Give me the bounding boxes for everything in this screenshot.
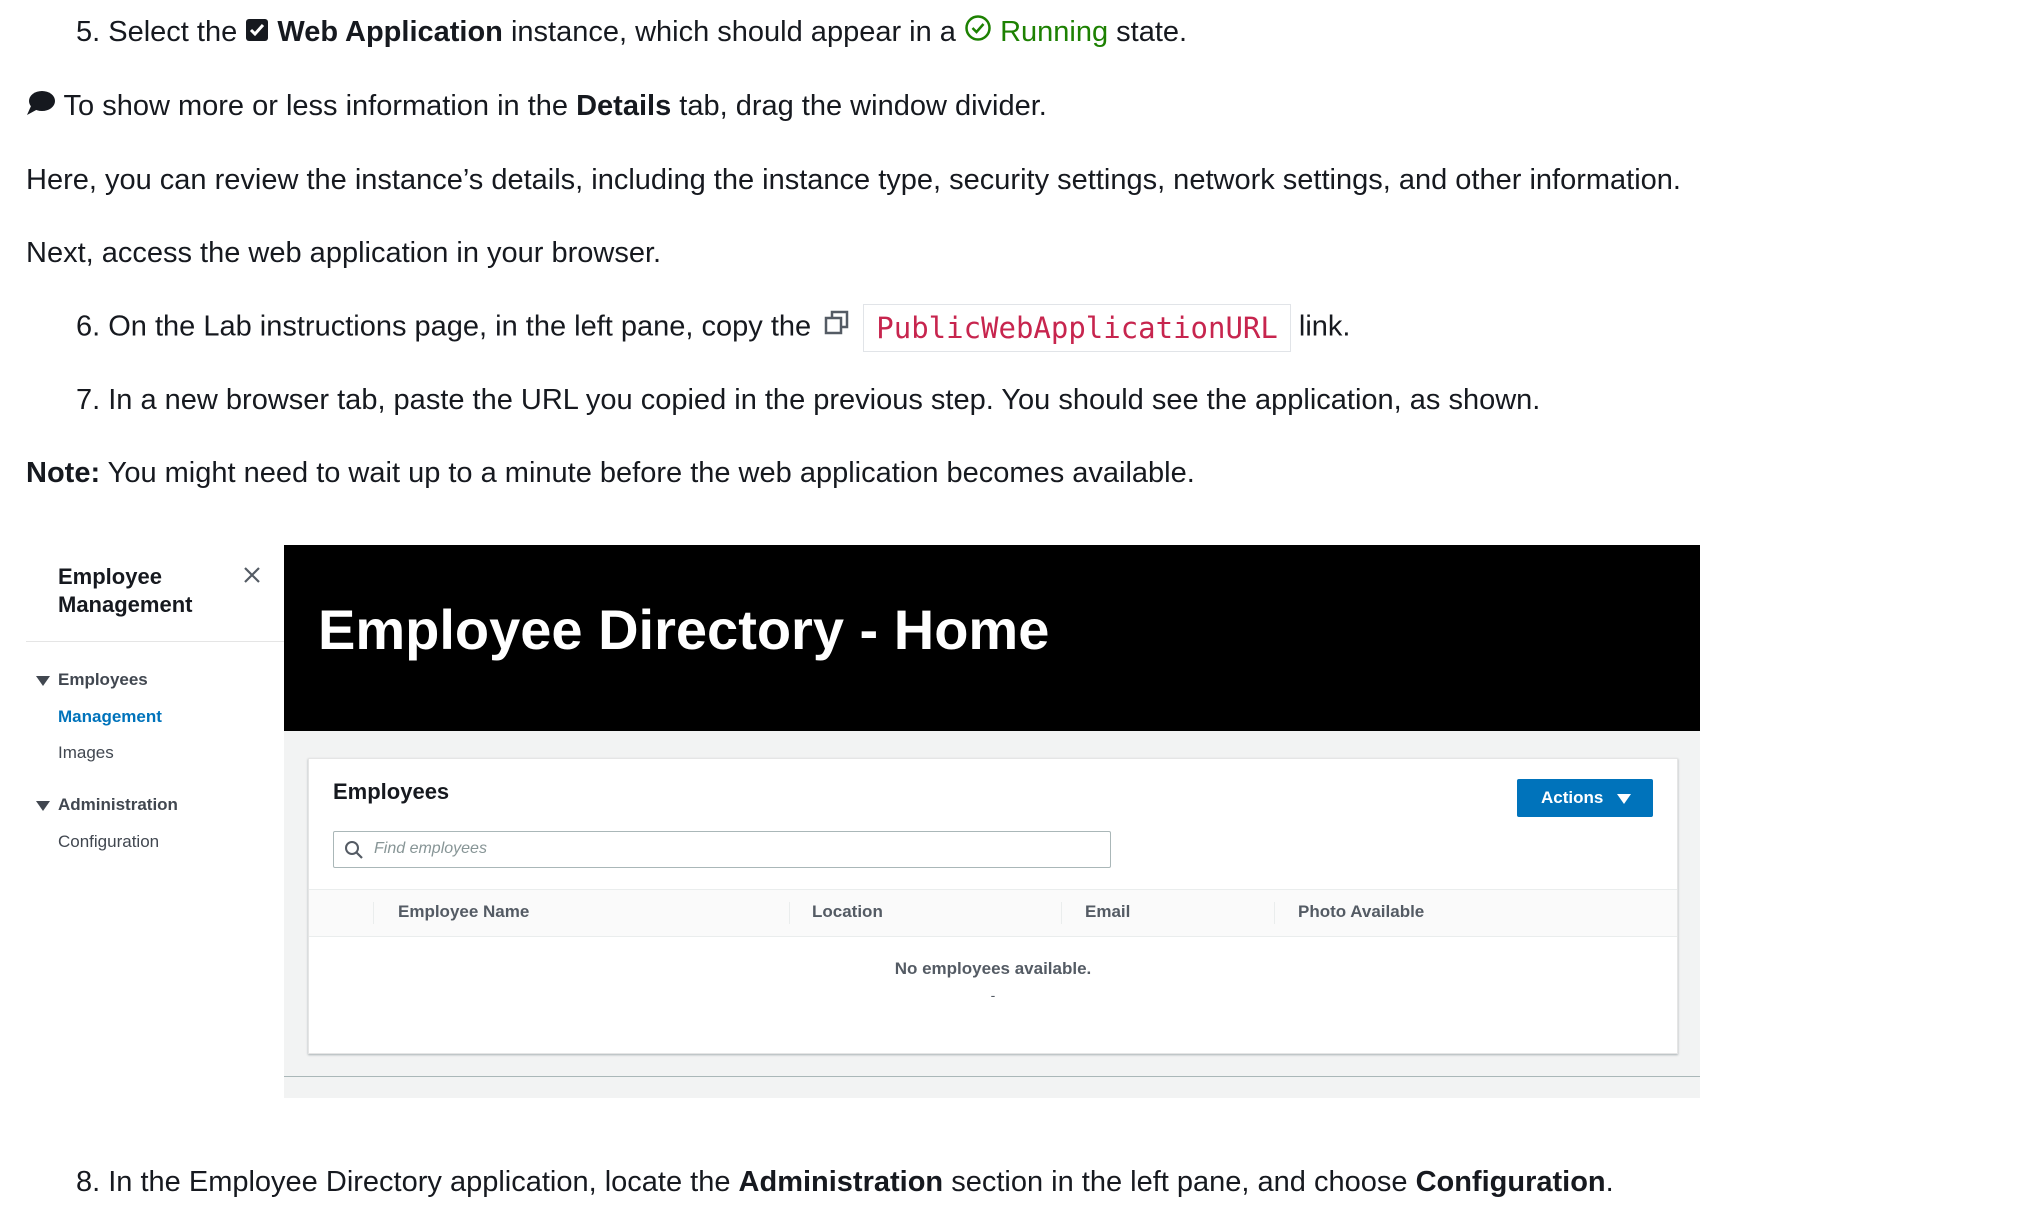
step-5: 5. Select the Web Application instance, … — [76, 12, 1187, 53]
actions-label: Actions — [1541, 788, 1604, 807]
paragraph-review: Here, you can review the instance’s deta… — [26, 164, 1681, 196]
step-8: 8. In the Employee Directory application… — [76, 1162, 1614, 1202]
app-main: Employee Directory - Home Employees Acti… — [284, 545, 1700, 1098]
sidebar-title: Employee Management — [58, 563, 192, 619]
app-screenshot: Employee Management Employees Management… — [26, 545, 1700, 1098]
column-email[interactable]: Email — [1085, 902, 1130, 922]
step-6-prefix: 6. On the Lab instructions page, in the … — [76, 310, 812, 343]
column-employee-name[interactable]: Employee Name — [398, 902, 529, 922]
sidebar-item-images[interactable]: Images — [58, 743, 114, 763]
step-6: 6. On the Lab instructions page, in the … — [76, 304, 1351, 352]
configuration-item-name: Configuration — [1415, 1166, 1606, 1198]
note-line: Note: You might need to wait up to a min… — [26, 453, 1195, 493]
copy-icon[interactable] — [823, 308, 851, 348]
tip-suffix: tab, drag the window divider. — [679, 90, 1047, 122]
column-divider — [789, 902, 790, 924]
details-tab-name: Details — [576, 90, 672, 122]
search-placeholder: Find employees — [374, 840, 487, 857]
caret-down-icon — [36, 800, 50, 811]
sidebar-item-configuration[interactable]: Configuration — [58, 832, 159, 852]
sidebar-divider — [26, 641, 284, 642]
public-url-code[interactable]: PublicWebApplicationURL — [863, 304, 1291, 352]
step-6-suffix: link. — [1298, 310, 1351, 343]
caret-down-icon — [36, 675, 50, 686]
sidebar-item-management[interactable]: Management — [58, 707, 162, 727]
step-5-suffix: state. — [1116, 16, 1188, 48]
sidebar-section-label: Employees — [58, 670, 148, 689]
search-icon — [345, 841, 363, 859]
column-divider — [1274, 902, 1275, 924]
checkbox-checked-icon — [245, 13, 269, 53]
column-divider — [373, 902, 374, 924]
table-header: Employee Name Location Email Photo Avail… — [309, 889, 1677, 937]
step-5-prefix: 5. Select the — [76, 16, 238, 48]
app-sidebar: Employee Management Employees Management… — [26, 545, 284, 1098]
tip-prefix: To show more or less information in the — [63, 90, 569, 122]
column-divider — [1061, 902, 1062, 924]
column-location[interactable]: Location — [812, 902, 883, 922]
employees-panel: Employees Actions Find employees Employe… — [308, 758, 1678, 1054]
note-label: Note: — [26, 457, 101, 489]
speech-bubble-icon — [26, 87, 56, 127]
step-7: 7. In a new browser tab, paste the URL y… — [76, 384, 1541, 416]
instance-name: Web Application — [277, 16, 503, 48]
column-photo-available[interactable]: Photo Available — [1298, 902, 1424, 922]
actions-button[interactable]: Actions — [1517, 779, 1653, 817]
step-8-suffix: . — [1605, 1166, 1614, 1198]
sidebar-section-employees[interactable]: Employees — [36, 670, 148, 690]
app-header: Employee Directory - Home — [284, 545, 1700, 731]
step-5-mid: instance, which should appear in a — [510, 16, 956, 48]
status-ok-icon — [964, 13, 992, 53]
caret-down-icon — [1617, 794, 1631, 804]
search-input[interactable]: Find employees — [333, 831, 1111, 868]
paragraph-next: Next, access the web application in your… — [26, 237, 662, 269]
page-title: Employee Directory - Home — [318, 598, 1050, 661]
empty-state-dash: - — [990, 987, 996, 1003]
administration-section-name: Administration — [738, 1166, 944, 1198]
sidebar-title-line2: Management — [58, 592, 193, 617]
empty-state-text: No employees available. — [894, 959, 1092, 978]
app-bottom-border — [284, 1076, 1700, 1077]
step-8-mid: section in the left pane, and choose — [951, 1166, 1408, 1198]
step-8-prefix: 8. In the Employee Directory application… — [76, 1166, 731, 1198]
panel-title: Employees — [333, 779, 450, 804]
sidebar-section-administration[interactable]: Administration — [36, 795, 178, 815]
note-text: You might need to wait up to a minute be… — [107, 457, 1195, 489]
close-icon[interactable] — [240, 563, 264, 587]
running-state: Running — [1000, 16, 1109, 48]
sidebar-section-label: Administration — [58, 795, 178, 814]
tip-line: To show more or less information in the … — [26, 86, 1047, 127]
sidebar-title-line1: Employee — [58, 564, 162, 589]
